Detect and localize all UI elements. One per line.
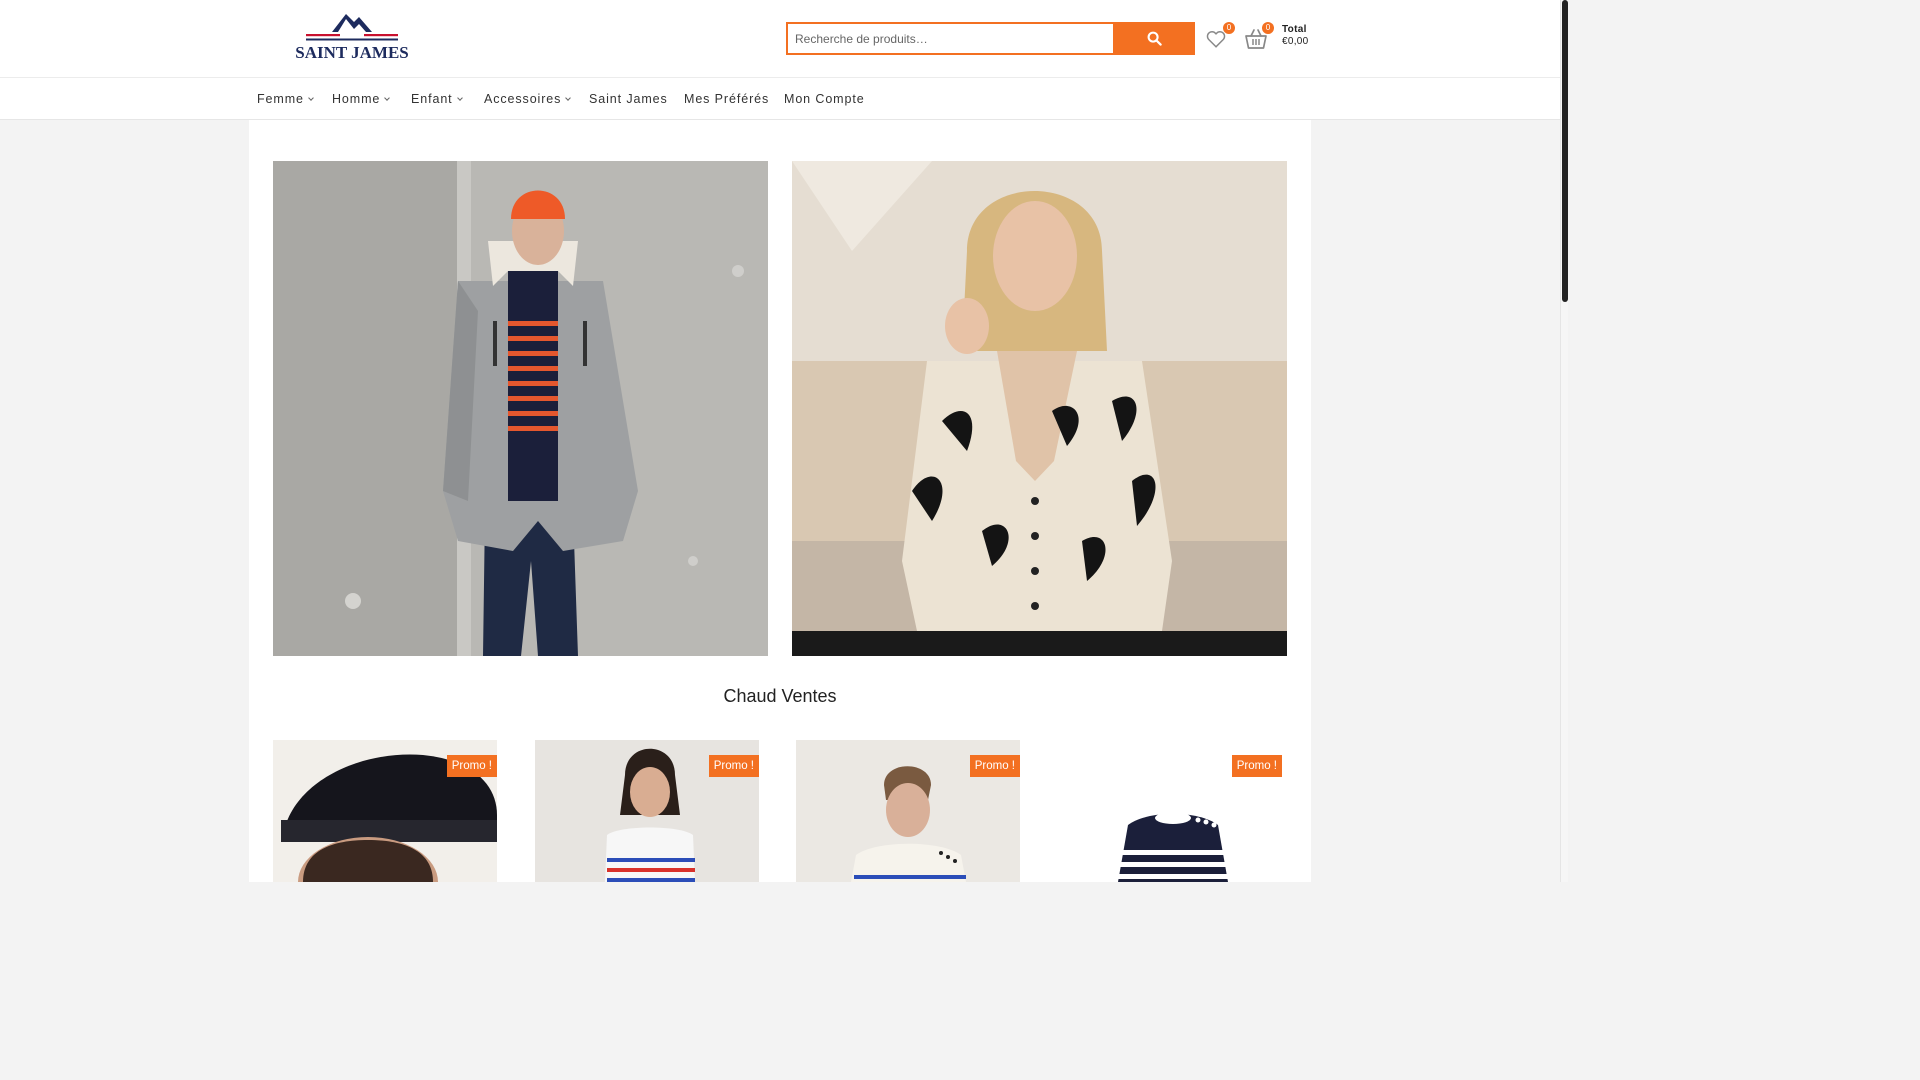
product-card[interactable]: Promo ! xyxy=(273,740,497,882)
banner-homme-image xyxy=(273,161,768,656)
nav-item-label: Homme xyxy=(332,92,381,106)
nav-item-enfant[interactable]: Enfant xyxy=(411,78,463,120)
chevron-down-icon xyxy=(384,94,391,101)
nav-item-homme[interactable]: Homme xyxy=(332,78,391,120)
site-header: SAINT JAMES 0 0 Total €0,00 xyxy=(0,0,1560,78)
brand-logo[interactable]: SAINT JAMES xyxy=(295,10,409,62)
main-content: Chaud Ventes Promo ! Promo ! Promo ! Pro… xyxy=(249,120,1311,882)
banner-homme[interactable] xyxy=(273,161,768,656)
cart-count-badge: 0 xyxy=(1262,22,1274,34)
wishlist-button[interactable]: 0 xyxy=(1205,22,1235,52)
promo-badge: Promo ! xyxy=(1231,755,1282,777)
nav-item-mon-compte[interactable]: Mon Compte xyxy=(784,78,865,120)
product-card[interactable]: Promo ! xyxy=(796,740,1020,882)
promo-badge: Promo ! xyxy=(446,755,497,777)
search-input[interactable] xyxy=(786,22,1114,55)
nav-item-label: Saint James xyxy=(589,92,668,106)
nav-item-saint-james[interactable]: Saint James xyxy=(589,78,668,120)
nav-item-label: Mes Préférés xyxy=(684,92,770,106)
cart-total[interactable]: Total €0,00 xyxy=(1282,24,1309,48)
main-navigation: Femme Homme Enfant Accessoires Saint Jam… xyxy=(0,78,1560,120)
search-icon xyxy=(1147,31,1162,46)
promo-badge: Promo ! xyxy=(708,755,759,777)
nav-item-femme[interactable]: Femme xyxy=(257,78,314,120)
nav-item-accessoires[interactable]: Accessoires xyxy=(484,78,572,120)
nav-item-label: Femme xyxy=(257,92,304,106)
product-card[interactable]: Promo ! xyxy=(535,740,759,882)
nav-item-label: Accessoires xyxy=(484,92,562,106)
chevron-down-icon xyxy=(565,94,572,101)
cart-button[interactable]: 0 xyxy=(1244,22,1274,52)
nav-item-mes-preferes[interactable]: Mes Préférés xyxy=(684,78,769,120)
product-card[interactable]: Promo ! xyxy=(1058,740,1282,882)
banner-femme-image xyxy=(792,161,1287,656)
cart-total-label: Total xyxy=(1282,24,1307,35)
section-title: Chaud Ventes xyxy=(723,686,837,706)
wishlist-count-badge: 0 xyxy=(1223,22,1235,34)
scrollbar-thumb[interactable] xyxy=(1562,0,1568,302)
banner-femme[interactable] xyxy=(792,161,1287,656)
nav-item-label: Enfant xyxy=(411,92,453,106)
chevron-down-icon xyxy=(308,94,314,101)
search-button[interactable] xyxy=(1113,22,1195,55)
nav-item-label: Mon Compte xyxy=(784,92,865,106)
cart-total-value: €0,00 xyxy=(1282,36,1309,47)
chevron-down-icon xyxy=(456,94,463,101)
promo-badge: Promo ! xyxy=(969,755,1020,777)
saint-james-logo: SAINT JAMES xyxy=(295,14,409,62)
svg-text:SAINT JAMES: SAINT JAMES xyxy=(296,43,408,62)
page-scrollbar[interactable] xyxy=(1560,0,1568,882)
